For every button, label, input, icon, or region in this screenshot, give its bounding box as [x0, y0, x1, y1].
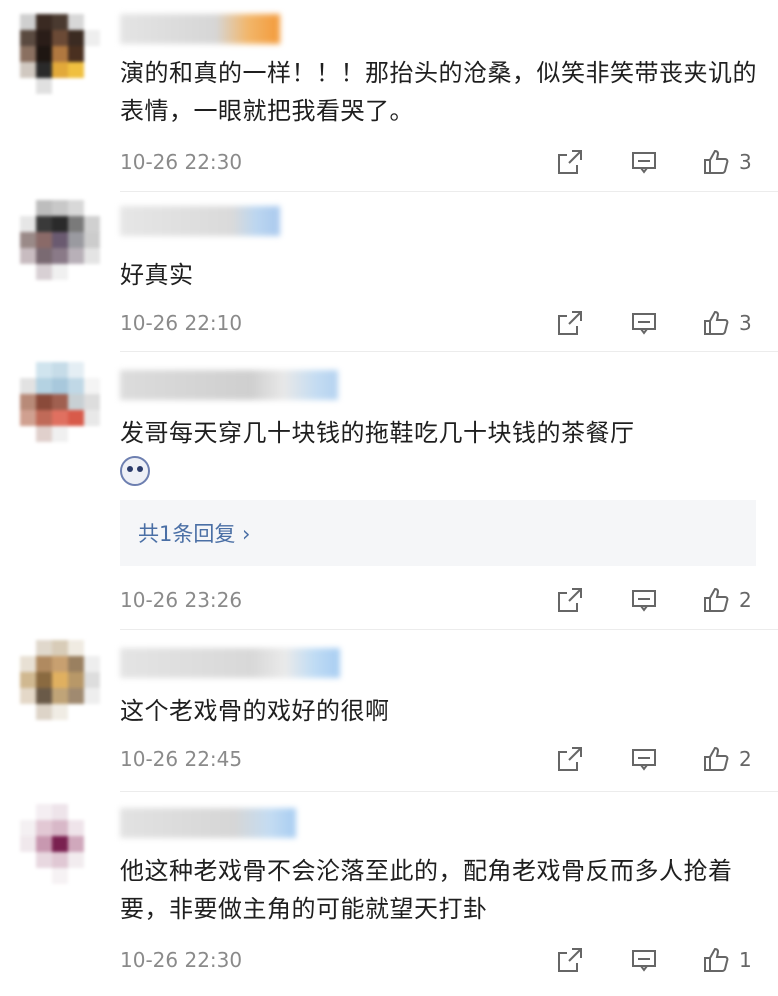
avatar[interactable]: [20, 14, 100, 94]
share-button[interactable]: [555, 306, 585, 340]
like-button[interactable]: 2: [701, 742, 752, 776]
like-button[interactable]: 3: [701, 145, 752, 179]
thumbs-up-icon: [704, 947, 729, 972]
share-button[interactable]: [555, 943, 585, 977]
like-count: 3: [739, 311, 752, 335]
comment-time: 10-26 22:30: [120, 948, 243, 972]
comment-text: 好真实: [120, 261, 194, 289]
avatar[interactable]: [20, 804, 100, 884]
like-button[interactable]: 1: [701, 943, 752, 977]
view-replies-button[interactable]: 共1条回复 ›: [120, 500, 756, 566]
emoji-icon: [120, 456, 150, 486]
share-icon: [558, 948, 582, 972]
username-redacted[interactable]: [120, 14, 280, 44]
like-count: 1: [739, 948, 752, 972]
comment-button[interactable]: [629, 943, 659, 977]
like-button[interactable]: 2: [701, 583, 752, 617]
like-count: 2: [739, 747, 752, 771]
avatar[interactable]: [20, 200, 100, 280]
share-icon: [558, 747, 582, 771]
avatar[interactable]: [20, 640, 100, 720]
username-redacted[interactable]: [120, 206, 280, 236]
comment-item: 好真实 10-26 22:10 3: [0, 192, 778, 352]
like-button[interactable]: 3: [701, 306, 752, 340]
share-button[interactable]: [555, 145, 585, 179]
comment-item: 这个老戏骨的戏好的很啊 10-26 22:45 2: [0, 630, 778, 792]
thumbs-up-icon: [704, 587, 729, 612]
comment-icon: [632, 590, 656, 612]
comment-button[interactable]: [629, 306, 659, 340]
comment-item: 演的和真的一样！！！那抬头的沧桑，似笑非笑带丧夹讥的表情，一眼就把我看哭了。 1…: [0, 0, 778, 192]
comment-item: 他这种老戏骨不会沦落至此的，配角老戏骨反而多人抢着要，非要做主角的可能就望天打卦…: [0, 792, 778, 996]
thumbs-up-icon: [704, 310, 729, 335]
share-icon: [558, 311, 582, 335]
share-icon: [558, 588, 582, 612]
comment-icon: [632, 950, 656, 972]
comment-icon: [632, 749, 656, 771]
like-count: 3: [739, 150, 752, 174]
comment-text: 演的和真的一样！！！那抬头的沧桑，似笑非笑带丧夹讥的表情，一眼就把我看哭了。: [120, 59, 757, 125]
thumbs-up-icon: [704, 149, 729, 174]
comment-icon: [632, 152, 656, 174]
comment-item: 发哥每天穿几十块钱的拖鞋吃几十块钱的茶餐厅 共1条回复 › 10-26 23:2…: [0, 352, 778, 630]
comment-icon: [632, 313, 656, 335]
comment-time: 10-26 23:26: [120, 588, 243, 612]
comment-text: 这个老戏骨的戏好的很啊: [120, 697, 390, 725]
share-button[interactable]: [555, 583, 585, 617]
share-button[interactable]: [555, 742, 585, 776]
username-redacted[interactable]: [120, 370, 338, 400]
username-redacted[interactable]: [120, 648, 340, 678]
avatar[interactable]: [20, 362, 100, 442]
comment-button[interactable]: [629, 742, 659, 776]
share-icon: [558, 150, 582, 174]
username-redacted[interactable]: [120, 808, 296, 838]
comment-button[interactable]: [629, 145, 659, 179]
comment-text: 发哥每天穿几十块钱的拖鞋吃几十块钱的茶餐厅: [120, 419, 635, 447]
like-count: 2: [739, 588, 752, 612]
comment-time: 10-26 22:45: [120, 747, 243, 771]
comment-text: 他这种老戏骨不会沦落至此的，配角老戏骨反而多人抢着要，非要做主角的可能就望天打卦: [120, 857, 733, 923]
thumbs-up-icon: [704, 746, 729, 771]
comment-button[interactable]: [629, 583, 659, 617]
comment-time: 10-26 22:10: [120, 311, 243, 335]
comment-time: 10-26 22:30: [120, 150, 243, 174]
